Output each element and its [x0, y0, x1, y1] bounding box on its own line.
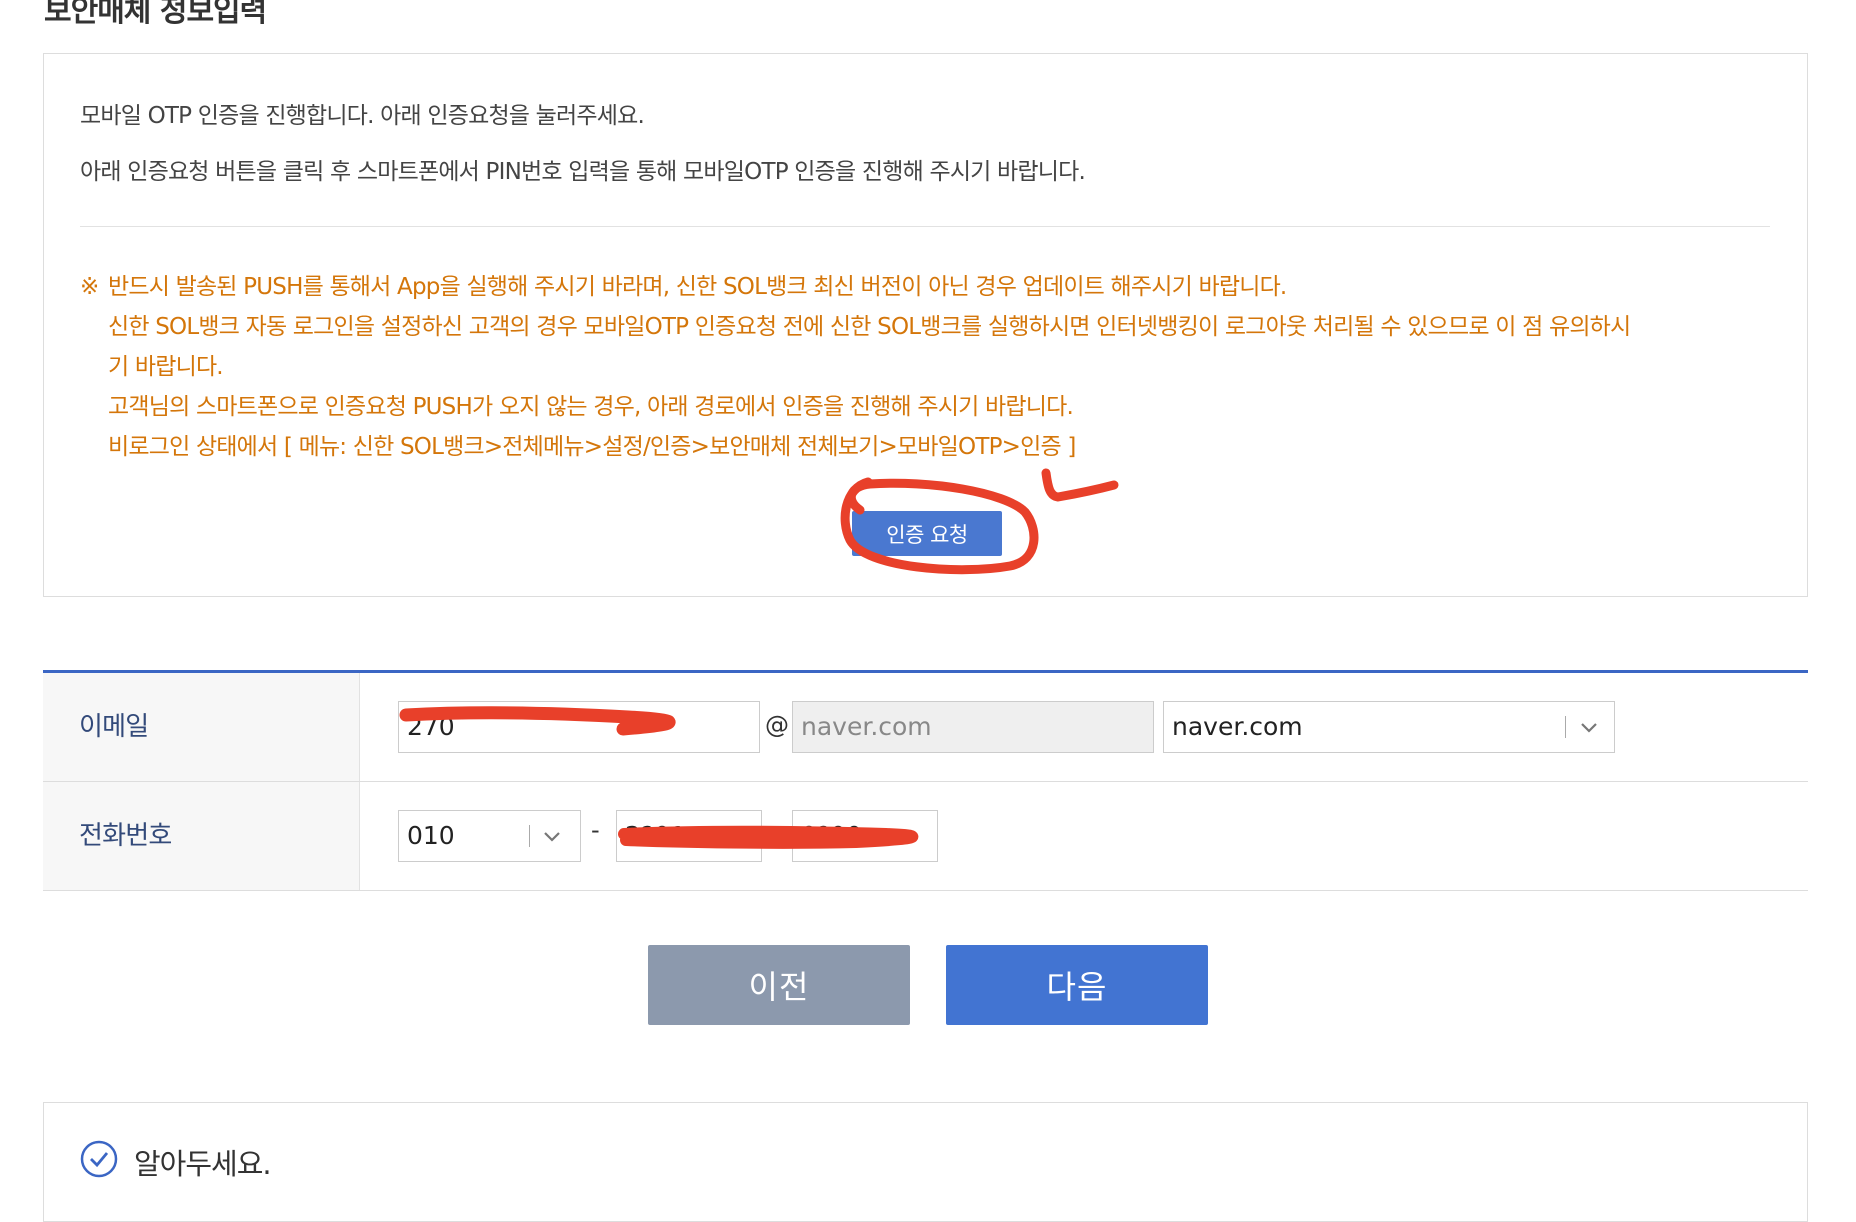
notice-line-2: 신한 SOL뱅크 자동 로그인을 설정하신 고객의 경우 모바일OTP 인증요청… — [108, 314, 1631, 340]
notice-title: 알아두세요. — [134, 1147, 272, 1181]
phone-row: 전화번호 010 - 2?01 0?00 — [43, 782, 1808, 891]
notice-line-4: 고객님의 스마트폰으로 인증요청 PUSH가 오지 않는 경우, 아래 경로에서… — [108, 394, 1074, 420]
notice-line-3: 기 바랍니다. — [108, 354, 224, 380]
page-title: 보안매체 정보입력 — [44, 0, 267, 29]
notice-mark: ※ — [80, 274, 99, 300]
divider — [80, 226, 1770, 227]
redaction-mark — [399, 706, 676, 736]
phone-separator: - — [591, 816, 600, 844]
phone-prefix-value: 010 — [407, 821, 455, 850]
notice-panel: 알아두세요. — [43, 1102, 1808, 1222]
auth-request-button[interactable]: 인증 요청 — [852, 511, 1002, 556]
next-button[interactable]: 다음 — [946, 945, 1208, 1025]
notice-line-5: 비로그인 상태에서 [ 메뉴: 신한 SOL뱅크>전체메뉴>설정/인증>보안매체… — [108, 434, 1076, 460]
phone-prefix-select[interactable]: 010 — [398, 810, 581, 862]
phone-label: 전화번호 — [43, 782, 360, 890]
notice-line-1: 반드시 발송된 PUSH를 통해서 App을 실행해 주시기 바라며, 신한 S… — [108, 274, 1287, 300]
prev-button[interactable]: 이전 — [648, 945, 910, 1025]
chevron-down-icon — [544, 832, 560, 842]
select-separator — [529, 825, 530, 847]
otp-info-box: 모바일 OTP 인증을 진행합니다. 아래 인증요청을 눌러주세요. 아래 인증… — [43, 53, 1808, 597]
email-domain-select[interactable]: naver.com — [1163, 701, 1615, 753]
info-line-2: 아래 인증요청 버튼을 클릭 후 스마트폰에서 PIN번호 입력을 통해 모바일… — [80, 159, 1086, 185]
redaction-mark — [618, 825, 919, 849]
at-sign: @ — [765, 711, 789, 739]
notice-text: ※ 반드시 발송된 PUSH를 통해서 App을 실행해 주시기 바라며, 신한 … — [80, 267, 1780, 467]
chevron-down-icon — [1581, 723, 1597, 733]
check-circle-icon — [80, 1140, 118, 1178]
select-separator — [1565, 716, 1566, 738]
email-row: 이메일 270 @ naver.com naver.com — [43, 673, 1808, 782]
info-line-1: 모바일 OTP 인증을 진행합니다. 아래 인증요청을 눌러주세요. — [80, 103, 645, 129]
input-form-table: 이메일 270 @ naver.com naver.com 전화번호 010 -… — [43, 670, 1808, 891]
email-domain-input: naver.com — [792, 701, 1154, 753]
email-label: 이메일 — [43, 673, 360, 781]
email-domain-value: naver.com — [801, 712, 932, 741]
email-domain-select-value: naver.com — [1172, 712, 1303, 741]
